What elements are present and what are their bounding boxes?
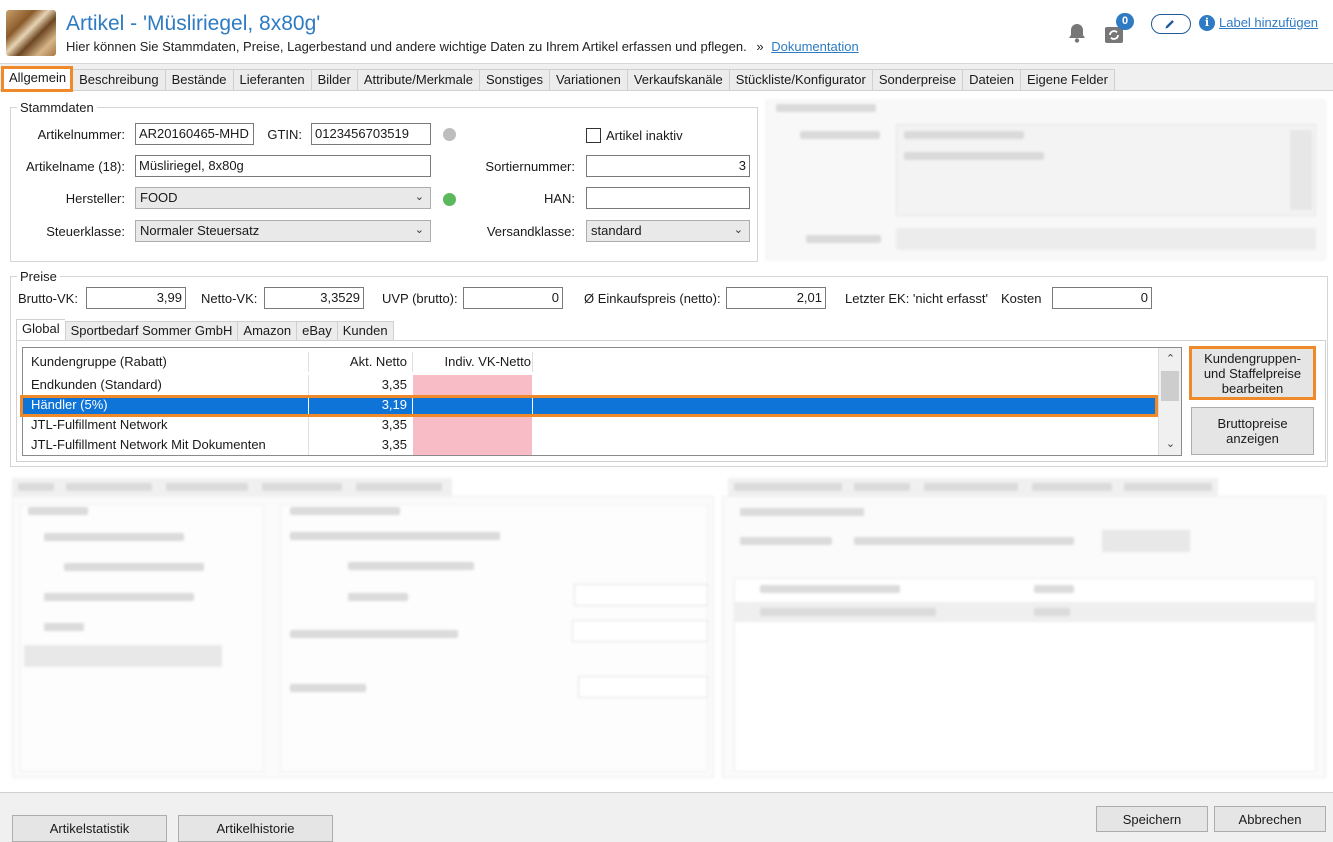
versandklasse-label: Versandklasse: [486, 224, 575, 239]
tab-eigene-felder[interactable]: Eigene Felder [1019, 69, 1115, 91]
tab-sonderpreise[interactable]: Sonderpreise [871, 69, 963, 91]
chevron-down-icon: ⌄ [414, 224, 424, 236]
row-kundengruppe: JTL-Fulfillment Network [31, 417, 168, 432]
table-row[interactable]: Endkunden (Standard) 3,35 [23, 375, 1160, 395]
gtin-info-icon[interactable] [443, 128, 456, 141]
chevron-down-icon: ⌄ [414, 191, 424, 203]
brutto-vk-field[interactable]: 3,99 [86, 287, 186, 309]
tab-kunden[interactable]: Kunden [336, 321, 394, 341]
gtin-field[interactable]: 0123456703519 [311, 123, 431, 145]
letzter-ek-text: Letzter EK: 'nicht erfasst' [845, 291, 988, 306]
steuerklasse-label: Steuerklasse: [46, 224, 125, 239]
hersteller-value: FOOD [140, 190, 178, 205]
tab-verkaufskanaele[interactable]: Verkaufskanäle [626, 69, 729, 91]
stammdaten-legend: Stammdaten [20, 100, 94, 115]
tab-beschreibung[interactable]: Beschreibung [72, 69, 165, 91]
kundengruppen-staffelpreise-button[interactable]: Kundengruppen- und Staffelpreise bearbei… [1189, 346, 1316, 400]
tab-sportbedarf-sommer[interactable]: Sportbedarf Sommer GmbH [64, 321, 238, 341]
page-header: Artikel - 'Müsliriegel, 8x80g' Hier könn… [0, 0, 1333, 64]
pencil-icon [1165, 20, 1174, 29]
preise-legend: Preise [20, 269, 57, 284]
row-akt-netto: 3,35 [381, 377, 407, 392]
gtin-label: GTIN: [267, 127, 302, 142]
scrollbar-thumb[interactable] [1161, 371, 1179, 401]
tab-ebay[interactable]: eBay [296, 321, 337, 341]
add-label-link[interactable]: Label hinzufügen [1219, 15, 1318, 30]
tab-lieferanten[interactable]: Lieferanten [232, 69, 311, 91]
scroll-up-icon[interactable]: ⌃ [1159, 350, 1182, 368]
tab-variationen[interactable]: Variationen [549, 69, 627, 91]
han-field[interactable] [586, 187, 750, 209]
tab-sonstiges[interactable]: Sonstiges [478, 69, 550, 91]
row-indiv-vk-netto[interactable] [413, 375, 532, 395]
tab-stueckliste-konfigurator[interactable]: Stückliste/Konfigurator [728, 69, 872, 91]
sortiernummer-label: Sortiernummer: [485, 159, 575, 174]
tab-bestaende[interactable]: Bestände [164, 69, 233, 91]
tab-allgemein[interactable]: Allgemein [0, 66, 74, 92]
page-subtitle: Hier können Sie Stammdaten, Preise, Lage… [66, 39, 859, 54]
netto-vk-label: Netto-VK: [201, 291, 258, 306]
versandklasse-value: standard [591, 223, 642, 238]
page-title: Artikel - 'Müsliriegel, 8x80g' [66, 12, 321, 35]
versandklasse-select[interactable]: standard ⌄ [586, 220, 750, 242]
col-header-akt-netto[interactable]: Akt. Netto [313, 352, 407, 372]
einkaufspreis-field[interactable]: 2,01 [726, 287, 826, 309]
row-akt-netto: 3,35 [381, 437, 407, 452]
row-kundengruppe: Endkunden (Standard) [31, 377, 162, 392]
artikel-inaktiv-label: Artikel inaktiv [606, 128, 683, 143]
einkaufspreis-label: Ø Einkaufspreis (netto): [584, 291, 721, 306]
tab-dateien[interactable]: Dateien [962, 69, 1020, 91]
scroll-down-icon[interactable]: ⌄ [1159, 435, 1182, 453]
grid-header-row: Kundengruppe (Rabatt) Akt. Netto Indiv. … [23, 352, 1160, 372]
main-tab-bar: Allgemein Beschreibung Bestände Lieferan… [0, 66, 1115, 92]
brutto-vk-label: Brutto-VK: [18, 291, 78, 306]
bruttopreise-anzeigen-button[interactable]: Bruttopreise anzeigen [1191, 407, 1314, 455]
speichern-button[interactable]: Speichern [1096, 806, 1208, 832]
row-indiv-vk-netto[interactable] [413, 415, 532, 435]
row-akt-netto: 3,35 [381, 417, 407, 432]
info-icon: i [1199, 15, 1215, 31]
artikelnummer-field[interactable]: AR20160465-MHD [135, 123, 254, 145]
chevron-down-icon: ⌄ [733, 224, 743, 236]
han-label: HAN: [543, 191, 575, 206]
tab-bilder[interactable]: Bilder [310, 69, 357, 91]
tab-global[interactable]: Global [16, 319, 65, 341]
artikel-inaktiv-checkbox[interactable] [586, 128, 601, 143]
sortiernummer-field[interactable]: 3 [586, 155, 750, 177]
uvp-label: UVP (brutto): [382, 291, 458, 306]
row-indiv-vk-netto[interactable] [413, 435, 532, 455]
grid-scrollbar[interactable]: ⌃ ⌄ [1158, 348, 1181, 455]
artikelstatistik-button[interactable]: Artikelstatistik [12, 815, 167, 842]
notification-count-badge: 0 [1116, 13, 1134, 30]
table-row[interactable]: JTL-Fulfillment Network 3,35 [23, 415, 1160, 435]
abbrechen-button[interactable]: Abbrechen [1214, 806, 1326, 832]
product-thumbnail [6, 10, 56, 56]
col-header-kundengruppe[interactable]: Kundengruppe (Rabatt) [31, 352, 301, 372]
subtitle-text: Hier können Sie Stammdaten, Preise, Lage… [66, 39, 747, 54]
price-tab-bar: Global Sportbedarf Sommer GmbH Amazon eB… [16, 319, 394, 341]
hersteller-label: Hersteller: [65, 191, 125, 206]
col-header-indiv-vk-netto[interactable]: Indiv. VK-Netto [413, 352, 531, 372]
tab-attribute-merkmale[interactable]: Attribute/Merkmale [356, 69, 479, 91]
table-row[interactable]: JTL-Fulfillment Network Mit Dokumenten 3… [23, 435, 1160, 455]
netto-vk-field[interactable]: 3,3529 [264, 287, 364, 309]
subtitle-separator: » [756, 39, 764, 54]
artikelname-field[interactable]: Müsliriegel, 8x80g [135, 155, 431, 177]
artikelname-label: Artikelname (18): [26, 159, 125, 174]
hersteller-select[interactable]: FOOD ⌄ [135, 187, 431, 209]
uvp-field[interactable]: 0 [463, 287, 563, 309]
kosten-label: Kosten [1001, 291, 1042, 306]
steuerklasse-select[interactable]: Normaler Steuersatz ⌄ [135, 220, 431, 242]
selected-row-highlight [20, 395, 1158, 417]
documentation-link[interactable]: Dokumentation [771, 39, 858, 54]
edit-label-button[interactable] [1151, 14, 1191, 34]
kosten-field[interactable]: 0 [1052, 287, 1152, 309]
artikelhistorie-button[interactable]: Artikelhistorie [178, 815, 333, 842]
row-kundengruppe: JTL-Fulfillment Network Mit Dokumenten [31, 437, 266, 452]
tab-amazon[interactable]: Amazon [237, 321, 297, 341]
bell-icon[interactable] [1066, 22, 1088, 44]
steuerklasse-value: Normaler Steuersatz [140, 223, 260, 238]
artikelnummer-label: Artikelnummer: [37, 127, 125, 142]
